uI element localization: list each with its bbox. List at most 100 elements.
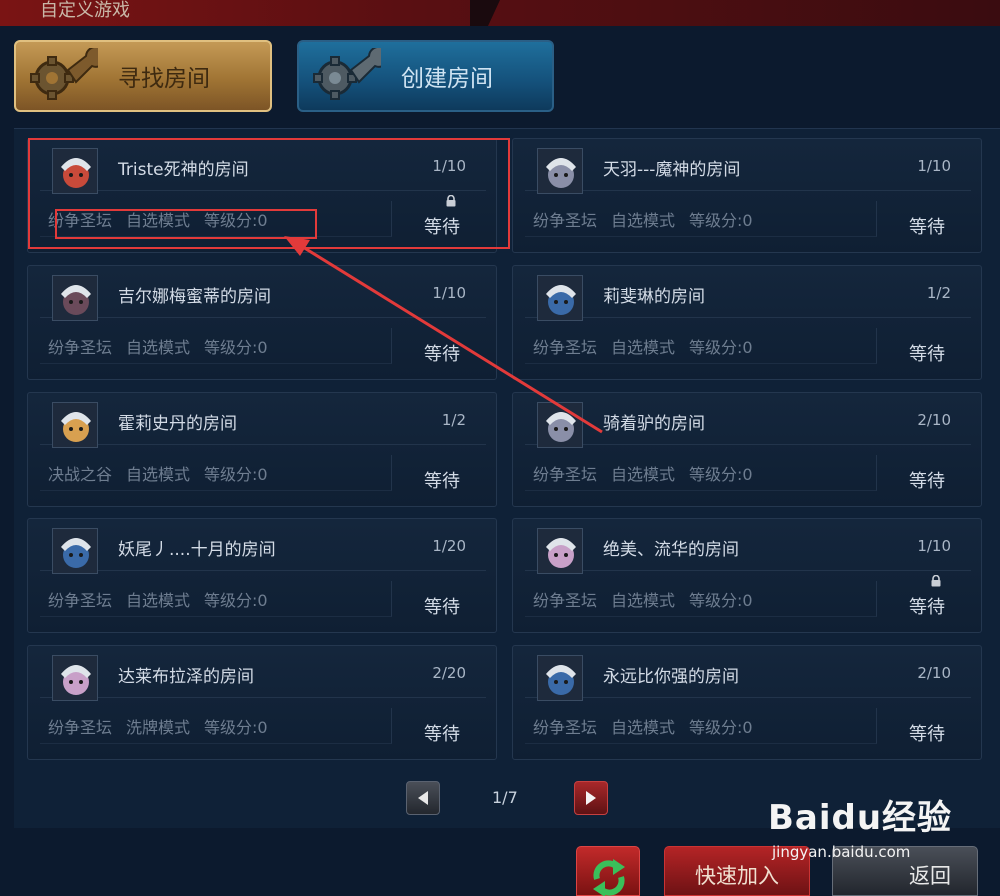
avatar-portrait-icon	[53, 529, 97, 573]
room-name: 骑着驴的房间	[603, 414, 705, 434]
room-card[interactable]: 骑着驴的房间 2/10 纷争圣坛 自选模式 等级分:0 等待	[512, 392, 982, 507]
room-mode: 自选模式	[611, 210, 676, 230]
quick-join-label: 快速加入	[695, 864, 779, 888]
room-name: 天羽---魔神的房间	[603, 160, 741, 180]
room-map: 决战之谷	[48, 464, 113, 484]
room-card[interactable]: 霍莉史丹的房间 1/2 决战之谷 自选模式 等级分:0 等待	[27, 392, 497, 507]
room-card[interactable]: 妖尾丿....十月的房间 1/20 纷争圣坛 自选模式 等级分:0 等待	[27, 518, 497, 633]
room-info: 纷争圣坛 自选模式 等级分:0	[525, 581, 877, 617]
room-map: 纷争圣坛	[48, 717, 113, 737]
room-card-header: 绝美、流华的房间 1/10	[525, 525, 971, 574]
room-mode: 洗牌模式	[126, 717, 191, 737]
host-avatar	[52, 402, 98, 448]
room-card[interactable]: 天羽---魔神的房间 1/10 纷争圣坛 自选模式 等级分:0 等待	[512, 138, 982, 253]
player-count: 2/10	[917, 664, 951, 682]
find-room-tab[interactable]: 寻找房间	[14, 40, 272, 112]
room-map: 纷争圣坛	[533, 210, 598, 230]
room-card-header: 霍莉史丹的房间 1/2	[40, 399, 486, 448]
room-status: 等待	[909, 471, 945, 492]
room-name: 永远比你强的房间	[603, 667, 739, 687]
room-level: 等级分:0	[204, 717, 268, 737]
room-map: 纷争圣坛	[48, 337, 113, 357]
avatar-portrait-icon	[538, 656, 582, 700]
room-mode: 自选模式	[611, 590, 676, 610]
watermark-brand: Baidu经验	[768, 798, 953, 838]
create-room-label: 创建房间	[401, 66, 493, 92]
room-card[interactable]: 永远比你强的房间 2/10 纷争圣坛 自选模式 等级分:0 等待	[512, 645, 982, 760]
back-label: 返回	[909, 864, 951, 888]
player-count: 1/10	[917, 537, 951, 555]
room-status: 等待	[909, 724, 945, 745]
room-card[interactable]: 达莱布拉泽的房间 2/20 纷争圣坛 洗牌模式 等级分:0 等待	[27, 645, 497, 760]
next-page-button[interactable]	[574, 781, 608, 815]
room-mode: 自选模式	[611, 337, 676, 357]
room-card-header: 骑着驴的房间 2/10	[525, 399, 971, 448]
room-map: 纷争圣坛	[533, 464, 598, 484]
room-status: 等待	[424, 471, 460, 492]
refresh-icon	[593, 859, 625, 896]
host-avatar	[52, 275, 98, 321]
gear-wrench-icon	[30, 48, 98, 100]
host-avatar	[52, 528, 98, 574]
room-level: 等级分:0	[689, 337, 753, 357]
room-mode: 自选模式	[611, 464, 676, 484]
player-count: 1/10	[917, 157, 951, 175]
avatar-portrait-icon	[53, 403, 97, 447]
room-card-header: 永远比你强的房间 2/10	[525, 652, 971, 701]
room-level: 等级分:0	[204, 590, 268, 610]
window-title: 自定义游戏	[40, 0, 130, 21]
room-name: 霍莉史丹的房间	[118, 414, 237, 434]
room-info: 纷争圣坛 洗牌模式 等级分:0	[40, 708, 392, 744]
host-avatar	[537, 655, 583, 701]
room-mode: 自选模式	[611, 717, 676, 737]
watermark: Baidu经验 jingyan.baidu.com	[768, 790, 952, 861]
room-map: 纷争圣坛	[533, 337, 598, 357]
room-info: 决战之谷 自选模式 等级分:0	[40, 455, 392, 491]
host-avatar	[537, 528, 583, 574]
room-info: 纷争圣坛 自选模式 等级分:0	[525, 201, 877, 237]
room-info: 纷争圣坛 自选模式 等级分:0	[40, 581, 392, 617]
create-room-tab[interactable]: 创建房间	[297, 40, 554, 112]
player-count: 2/20	[432, 664, 466, 682]
room-status: 等待	[424, 724, 460, 745]
highlight-box-info	[55, 209, 317, 239]
avatar-portrait-icon	[538, 403, 582, 447]
host-avatar	[537, 402, 583, 448]
room-name: 妖尾丿....十月的房间	[118, 540, 276, 560]
host-avatar	[537, 148, 583, 194]
player-count: 2/10	[917, 411, 951, 429]
room-card-header: 妖尾丿....十月的房间 1/20	[40, 525, 486, 574]
room-card-header: 吉尔娜梅蜜蒂的房间 1/10	[40, 272, 486, 321]
room-card[interactable]: 吉尔娜梅蜜蒂的房间 1/10 纷争圣坛 自选模式 等级分:0 等待	[27, 265, 497, 380]
avatar-portrait-icon	[538, 276, 582, 320]
room-status: 等待	[909, 217, 945, 238]
room-level: 等级分:0	[204, 337, 268, 357]
avatar-portrait-icon	[53, 276, 97, 320]
room-name: 达莱布拉泽的房间	[118, 667, 254, 687]
room-info: 纷争圣坛 自选模式 等级分:0	[525, 328, 877, 364]
player-count: 1/10	[432, 284, 466, 302]
player-count: 1/20	[432, 537, 466, 555]
room-level: 等级分:0	[689, 210, 753, 230]
arrow-right-icon	[586, 791, 596, 805]
room-card[interactable]: 绝美、流华的房间 1/10 纷争圣坛 自选模式 等级分:0 等待	[512, 518, 982, 633]
room-level: 等级分:0	[689, 590, 753, 610]
room-map: 纷争圣坛	[533, 590, 598, 610]
room-card[interactable]: 莉斐琳的房间 1/2 纷争圣坛 自选模式 等级分:0 等待	[512, 265, 982, 380]
room-status: 等待	[909, 597, 945, 618]
lock-icon	[931, 575, 941, 587]
find-room-label: 寻找房间	[118, 66, 210, 92]
room-info: 纷争圣坛 自选模式 等级分:0	[525, 708, 877, 744]
host-avatar	[537, 275, 583, 321]
refresh-button[interactable]	[576, 846, 640, 896]
room-info: 纷争圣坛 自选模式 等级分:0	[40, 328, 392, 364]
prev-page-button[interactable]	[406, 781, 440, 815]
room-name: 绝美、流华的房间	[603, 540, 739, 560]
host-avatar	[52, 655, 98, 701]
room-card-header: 天羽---魔神的房间 1/10	[525, 145, 971, 194]
title-bar-decoration	[470, 0, 500, 26]
player-count: 1/2	[926, 284, 951, 302]
room-status: 等待	[424, 344, 460, 365]
watermark-url: jingyan.baidu.com	[772, 843, 911, 861]
arrow-left-icon	[418, 791, 428, 805]
